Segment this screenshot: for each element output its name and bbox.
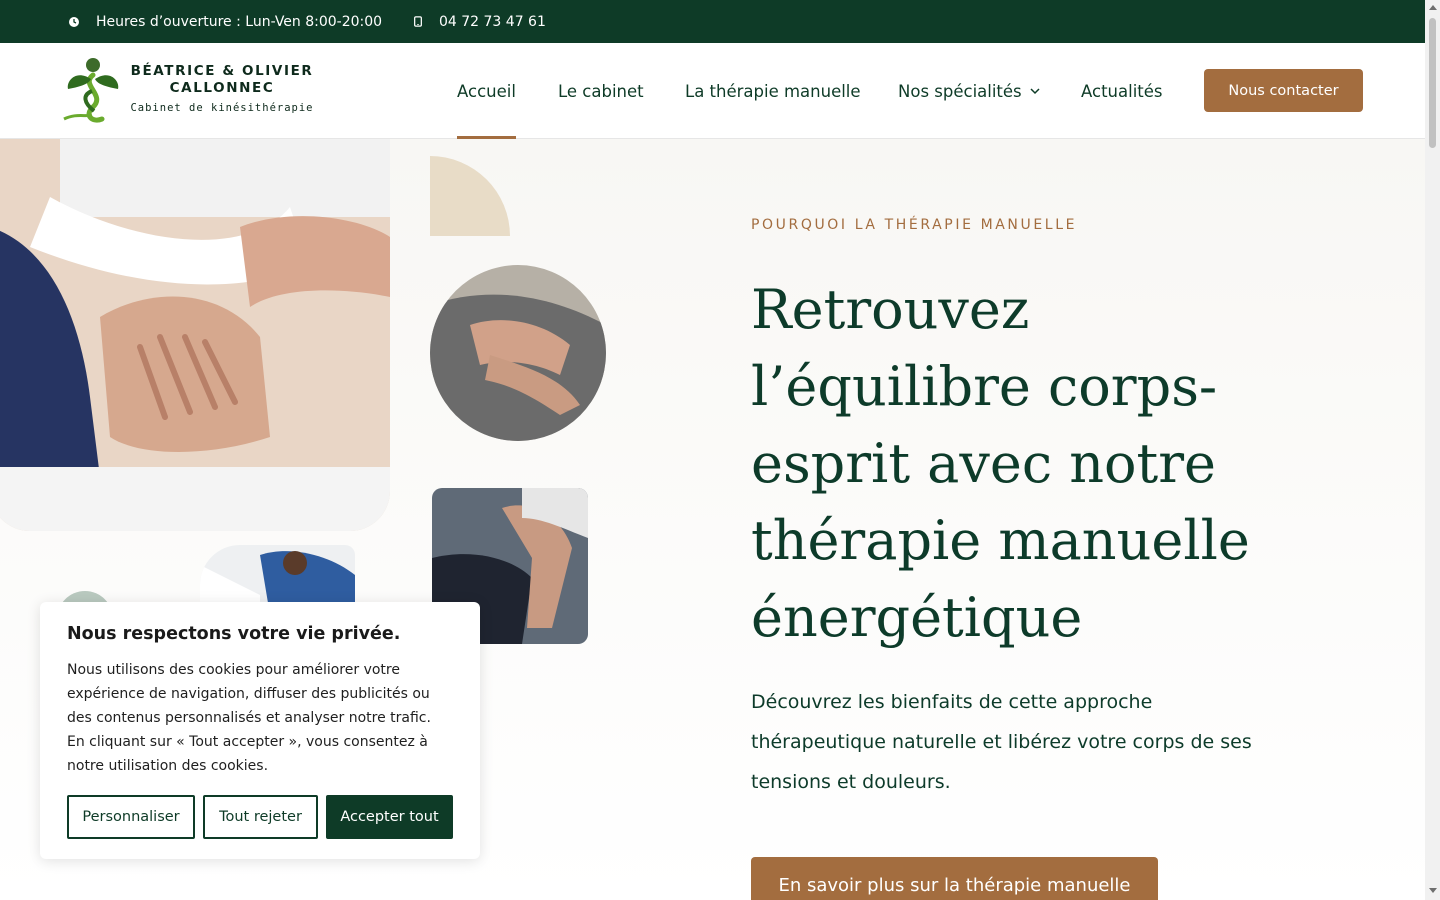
cookie-banner: Nous respectons votre vie privée. Nous u… — [40, 602, 480, 859]
scroll-up-arrow-icon[interactable] — [1429, 5, 1437, 10]
phone-number[interactable]: 04 72 73 47 61 — [439, 14, 546, 30]
opening-hours: Heures d’ouverture : Lun-Ven 8:00-20:00 — [68, 0, 382, 43]
phone-link[interactable]: 04 72 73 47 61 — [413, 0, 546, 43]
nav-item-label: Le cabinet — [558, 81, 644, 101]
main-nav: Accueil Le cabinet La thérapie manuelle … — [0, 43, 1425, 139]
cookie-title: Nous respectons votre vie privée. — [67, 624, 401, 644]
page-scrollbar[interactable] — [1425, 0, 1440, 900]
nav-item-label: Actualités — [1081, 81, 1163, 101]
hero-eyebrow: POURQUOI LA THÉRAPIE MANUELLE — [751, 217, 1078, 233]
top-info-bar: Heures d’ouverture : Lun-Ven 8:00-20:00 … — [0, 0, 1425, 43]
nav-item-label: Nos spécialités — [898, 81, 1022, 101]
site-header: BÉATRICE & OLIVIER CALLONNEC Cabinet de … — [0, 43, 1425, 139]
nav-item-accueil[interactable]: Accueil — [457, 43, 516, 139]
phone-icon — [414, 16, 422, 27]
hero-title: Retrouvez l’équilibre corps-esprit avec … — [751, 278, 1250, 649]
nav-item-actualites[interactable]: Actualités — [1081, 43, 1163, 139]
accept-all-button[interactable]: Accepter tout — [326, 795, 453, 839]
customize-cookies-button[interactable]: Personnaliser — [67, 795, 195, 839]
nav-item-label: Accueil — [457, 81, 516, 101]
decorative-quarter-circle — [430, 156, 510, 236]
learn-more-button[interactable]: En savoir plus sur la thérapie manuelle — [751, 857, 1158, 900]
nav-item-le-cabinet[interactable]: Le cabinet — [558, 43, 644, 139]
contact-button[interactable]: Nous contacter — [1204, 69, 1363, 112]
opening-hours-text: Heures d’ouverture : Lun-Ven 8:00-20:00 — [96, 13, 383, 30]
clock-icon — [69, 16, 79, 27]
massage-back-image — [0, 139, 390, 531]
scrollbar-thumb[interactable] — [1429, 18, 1436, 148]
hero-lead: Découvrez les bienfaits de cette approch… — [751, 691, 1252, 793]
nav-item-label: La thérapie manuelle — [685, 81, 861, 101]
shoulder-therapy-image — [430, 265, 606, 441]
cookie-text: Nous utilisons des cookies pour améliore… — [67, 662, 431, 774]
nav-item-therapie-manuelle[interactable]: La thérapie manuelle — [685, 43, 861, 139]
cookie-actions: Personnaliser Tout rejeter Accepter tout — [67, 795, 453, 839]
reject-all-button[interactable]: Tout rejeter — [203, 795, 318, 839]
scroll-down-arrow-icon[interactable] — [1429, 888, 1437, 893]
nav-item-nos-specialites[interactable]: Nos spécialités — [898, 43, 1040, 139]
chevron-down-icon — [1030, 88, 1040, 95]
